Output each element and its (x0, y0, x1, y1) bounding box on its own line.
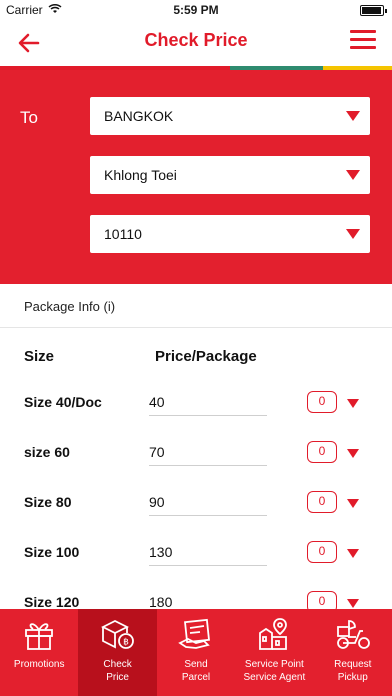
tab-promotions[interactable]: Promotions (0, 609, 78, 696)
back-arrow-icon[interactable] (14, 28, 44, 58)
chevron-down-icon (346, 229, 360, 239)
province-value: BANGKOK (104, 108, 174, 124)
district-value: Khlong Toei (104, 167, 177, 183)
tab-label: Send (184, 659, 208, 670)
divider (149, 465, 267, 466)
tab-label: Promotions (13, 659, 65, 670)
tab-service-point[interactable]: Service Point Service Agent (235, 609, 313, 696)
district-select[interactable]: Khlong Toei (90, 156, 370, 194)
package-info-link[interactable]: Package Info (i) (0, 284, 392, 328)
svg-text:฿: ฿ (124, 638, 130, 648)
table-row: Size 100 130 0 (0, 535, 392, 585)
divider (149, 565, 267, 566)
quantity-field[interactable]: 0 (307, 391, 337, 413)
status-bar: Carrier 5:59 PM (0, 0, 392, 20)
clock: 5:59 PM (173, 3, 219, 17)
hamburger-menu-icon[interactable] (348, 28, 378, 52)
price-column-header: Price/Package (155, 348, 257, 365)
battery-icon (360, 5, 387, 16)
tab-check-price[interactable]: ฿ Check Price (78, 609, 157, 696)
scooter-icon (336, 620, 370, 649)
box-price-icon: ฿ (101, 619, 135, 649)
price-value: 180 (149, 594, 173, 610)
size-label: Size 80 (24, 494, 72, 510)
tab-send-parcel[interactable]: Send Parcel (157, 609, 235, 696)
size-column-header: Size (24, 348, 55, 365)
app-header: Check Price (0, 20, 392, 66)
chevron-down-icon[interactable] (347, 599, 359, 608)
chevron-down-icon[interactable] (347, 399, 359, 408)
chevron-down-icon (346, 111, 360, 121)
tab-request-pickup[interactable]: Request Pickup (314, 609, 392, 696)
divider (149, 415, 267, 416)
bottom-tab-bar: Promotions ฿ Check Price Send Parcel Ser… (0, 609, 392, 696)
chevron-down-icon[interactable] (347, 549, 359, 558)
chevron-down-icon (346, 170, 360, 180)
chevron-down-icon[interactable] (347, 499, 359, 508)
quantity-field[interactable]: 0 (307, 441, 337, 463)
send-parcel-icon (178, 618, 210, 649)
price-value: 130 (149, 544, 173, 560)
size-label: Size 100 (24, 544, 80, 560)
size-label: size 60 (24, 444, 70, 460)
table-row: Size 80 90 0 (0, 485, 392, 535)
service-point-icon (259, 618, 288, 650)
package-info-label: Package Info (i) (24, 299, 116, 314)
price-value: 70 (149, 444, 165, 460)
size-label: Size 120 (24, 594, 80, 610)
postcode-value: 10110 (104, 226, 142, 242)
destination-section: To BANGKOK Khlong Toei 10110 (0, 70, 392, 284)
size-label: Size 40/Doc (24, 394, 102, 410)
table-row: size 60 70 0 (0, 435, 392, 485)
gift-icon (25, 623, 53, 650)
divider (149, 515, 267, 516)
tab-label: Check (103, 659, 132, 670)
page-title: Check Price (144, 30, 248, 50)
table-row: Size 40/Doc 40 0 (0, 385, 392, 435)
price-value: 40 (149, 394, 165, 410)
tab-label: Request (334, 659, 372, 670)
postcode-select[interactable]: 10110 (90, 215, 370, 253)
price-value: 90 (149, 494, 165, 510)
chevron-down-icon[interactable] (347, 449, 359, 458)
to-label: To (20, 108, 38, 127)
tab-label: Service Point (244, 659, 304, 670)
province-select[interactable]: BANGKOK (90, 97, 370, 135)
quantity-field[interactable]: 0 (307, 541, 337, 563)
quantity-field[interactable]: 0 (307, 491, 337, 513)
